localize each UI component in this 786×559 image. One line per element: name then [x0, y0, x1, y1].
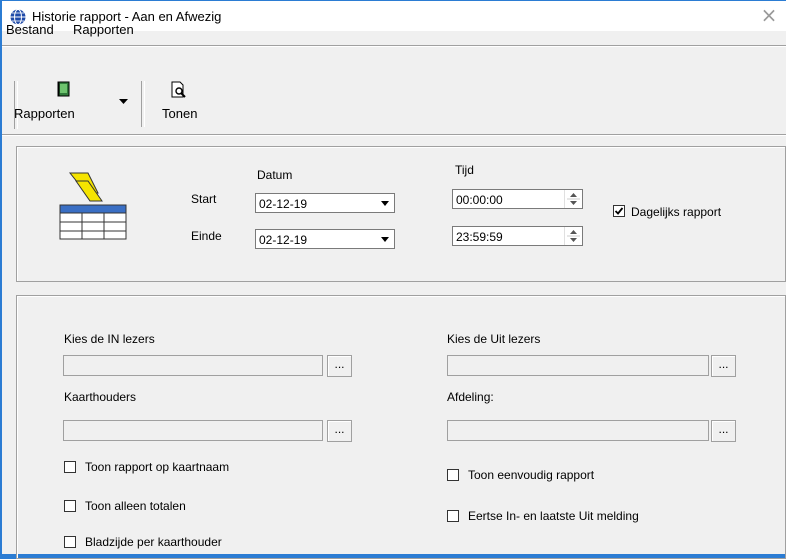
- cardname-label: Toon rapport op kaartnaam: [85, 460, 230, 474]
- rapporten-toolbar-label: Rapporten: [14, 106, 75, 121]
- spin-arrows-icon[interactable]: [564, 190, 582, 208]
- end-date-value: 02-12-19: [259, 233, 308, 247]
- cardholders-field[interactable]: [63, 420, 323, 441]
- daily-report-checkbox[interactable]: [613, 205, 625, 217]
- out-readers-label: Kies de Uit lezers: [447, 332, 541, 346]
- end-time-value: 23:59:59: [456, 230, 503, 244]
- totals-label: Toon alleen totalen: [85, 499, 186, 513]
- report-table-icon: [59, 172, 127, 240]
- simple-report-label: Toon eenvoudig rapport: [468, 468, 595, 482]
- tijd-header: Tijd: [455, 163, 474, 177]
- totals-checkbox[interactable]: [64, 500, 76, 512]
- toolbar-bottom-divider: [2, 134, 786, 136]
- page-per-holder-checkbox[interactable]: [64, 536, 76, 548]
- start-time-spinner[interactable]: 00:00:00: [452, 189, 583, 209]
- in-readers-browse-button[interactable]: ...: [327, 355, 352, 377]
- end-time-spinner[interactable]: 23:59:59: [452, 226, 583, 246]
- department-browse-button[interactable]: ...: [711, 420, 736, 442]
- first-last-checkbox[interactable]: [447, 510, 459, 522]
- report-book-icon: [57, 81, 70, 97]
- checkmark-icon: [614, 207, 624, 215]
- datum-header: Datum: [257, 168, 293, 182]
- end-date-combo[interactable]: 02-12-19: [255, 229, 395, 249]
- in-readers-field[interactable]: [63, 355, 323, 376]
- start-date-value: 02-12-19: [259, 197, 308, 211]
- menu-rapporten[interactable]: Rapporten: [73, 22, 134, 37]
- out-readers-field[interactable]: [447, 355, 709, 376]
- chevron-down-icon[interactable]: [377, 195, 393, 211]
- out-readers-browse-button[interactable]: ...: [711, 355, 736, 377]
- menu-bar: [2, 31, 786, 71]
- start-label: Start: [191, 192, 217, 206]
- page-per-holder-label: Bladzijde per kaarthouder: [85, 535, 222, 549]
- cardholders-label: Kaarthouders: [64, 390, 137, 404]
- toolbar-separator: [141, 81, 145, 127]
- close-icon[interactable]: ×: [754, 2, 784, 30]
- toolbar-top-divider: [2, 45, 786, 47]
- menu-bestand[interactable]: Bestand: [6, 22, 54, 37]
- tonen-toolbar-button[interactable]: Tonen: [154, 81, 204, 127]
- preview-icon: [171, 81, 186, 98]
- chevron-down-icon[interactable]: [377, 231, 393, 247]
- department-label: Afdeling:: [447, 390, 494, 404]
- tonen-toolbar-label: Tonen: [162, 106, 198, 121]
- start-date-combo[interactable]: 02-12-19: [255, 193, 395, 213]
- first-last-label: Eertse In- en laatste Uit melding: [468, 509, 639, 523]
- daily-report-label: Dagelijks rapport: [631, 205, 722, 219]
- rapporten-toolbar-button[interactable]: Rapporten: [14, 81, 132, 127]
- in-readers-label: Kies de IN lezers: [64, 332, 155, 346]
- einde-label: Einde: [191, 229, 222, 243]
- start-time-value: 00:00:00: [456, 193, 503, 207]
- spin-arrows-icon[interactable]: [564, 227, 582, 245]
- chevron-down-icon[interactable]: [119, 99, 128, 105]
- cardname-checkbox[interactable]: [64, 461, 76, 473]
- simple-report-checkbox[interactable]: [447, 469, 459, 481]
- cardholders-browse-button[interactable]: ...: [327, 420, 352, 442]
- app-window: Historie rapport - Aan en Afwezig × Best…: [1, 1, 786, 559]
- department-field[interactable]: [447, 420, 709, 441]
